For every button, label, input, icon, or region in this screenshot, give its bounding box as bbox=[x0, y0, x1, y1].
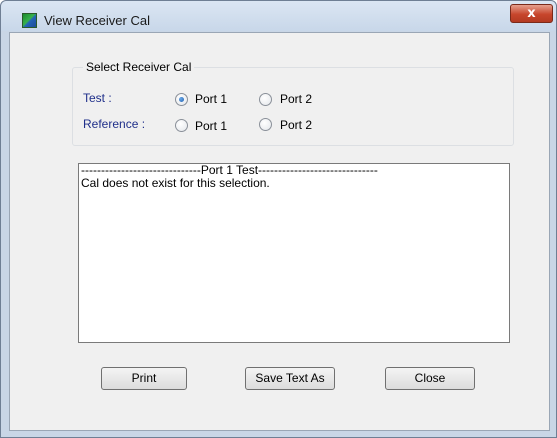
output-message-line: Cal does not exist for this selection. bbox=[81, 176, 270, 190]
test-port1-label[interactable]: Port 1 bbox=[195, 92, 227, 106]
title-bar[interactable]: View Receiver Cal x bbox=[1, 1, 556, 31]
test-port2-label[interactable]: Port 2 bbox=[280, 92, 312, 106]
dialog-window: View Receiver Cal x Select Receiver Cal … bbox=[0, 0, 557, 438]
window-close-button[interactable]: x bbox=[510, 4, 553, 23]
select-receiver-cal-group bbox=[72, 67, 514, 146]
group-title: Select Receiver Cal bbox=[83, 60, 195, 74]
test-port2-radio[interactable] bbox=[259, 93, 272, 106]
save-text-as-button[interactable]: Save Text As bbox=[245, 367, 335, 390]
app-logo-icon bbox=[22, 13, 37, 28]
reference-port2-label[interactable]: Port 2 bbox=[280, 118, 312, 132]
window-title: View Receiver Cal bbox=[44, 13, 150, 28]
test-port1-radio[interactable] bbox=[175, 93, 188, 106]
reference-port2-radio[interactable] bbox=[259, 118, 272, 131]
reference-port1-radio[interactable] bbox=[175, 119, 188, 132]
cal-output-textarea[interactable]: ------------------------------Port 1 Tes… bbox=[78, 163, 510, 343]
test-label: Test : bbox=[83, 91, 112, 105]
reference-port1-label[interactable]: Port 1 bbox=[195, 119, 227, 133]
print-button[interactable]: Print bbox=[101, 367, 187, 390]
close-button[interactable]: Close bbox=[385, 367, 475, 390]
dialog-client-area: Select Receiver Cal Test : Port 1 Port 2… bbox=[9, 32, 550, 431]
reference-label: Reference : bbox=[83, 117, 146, 131]
